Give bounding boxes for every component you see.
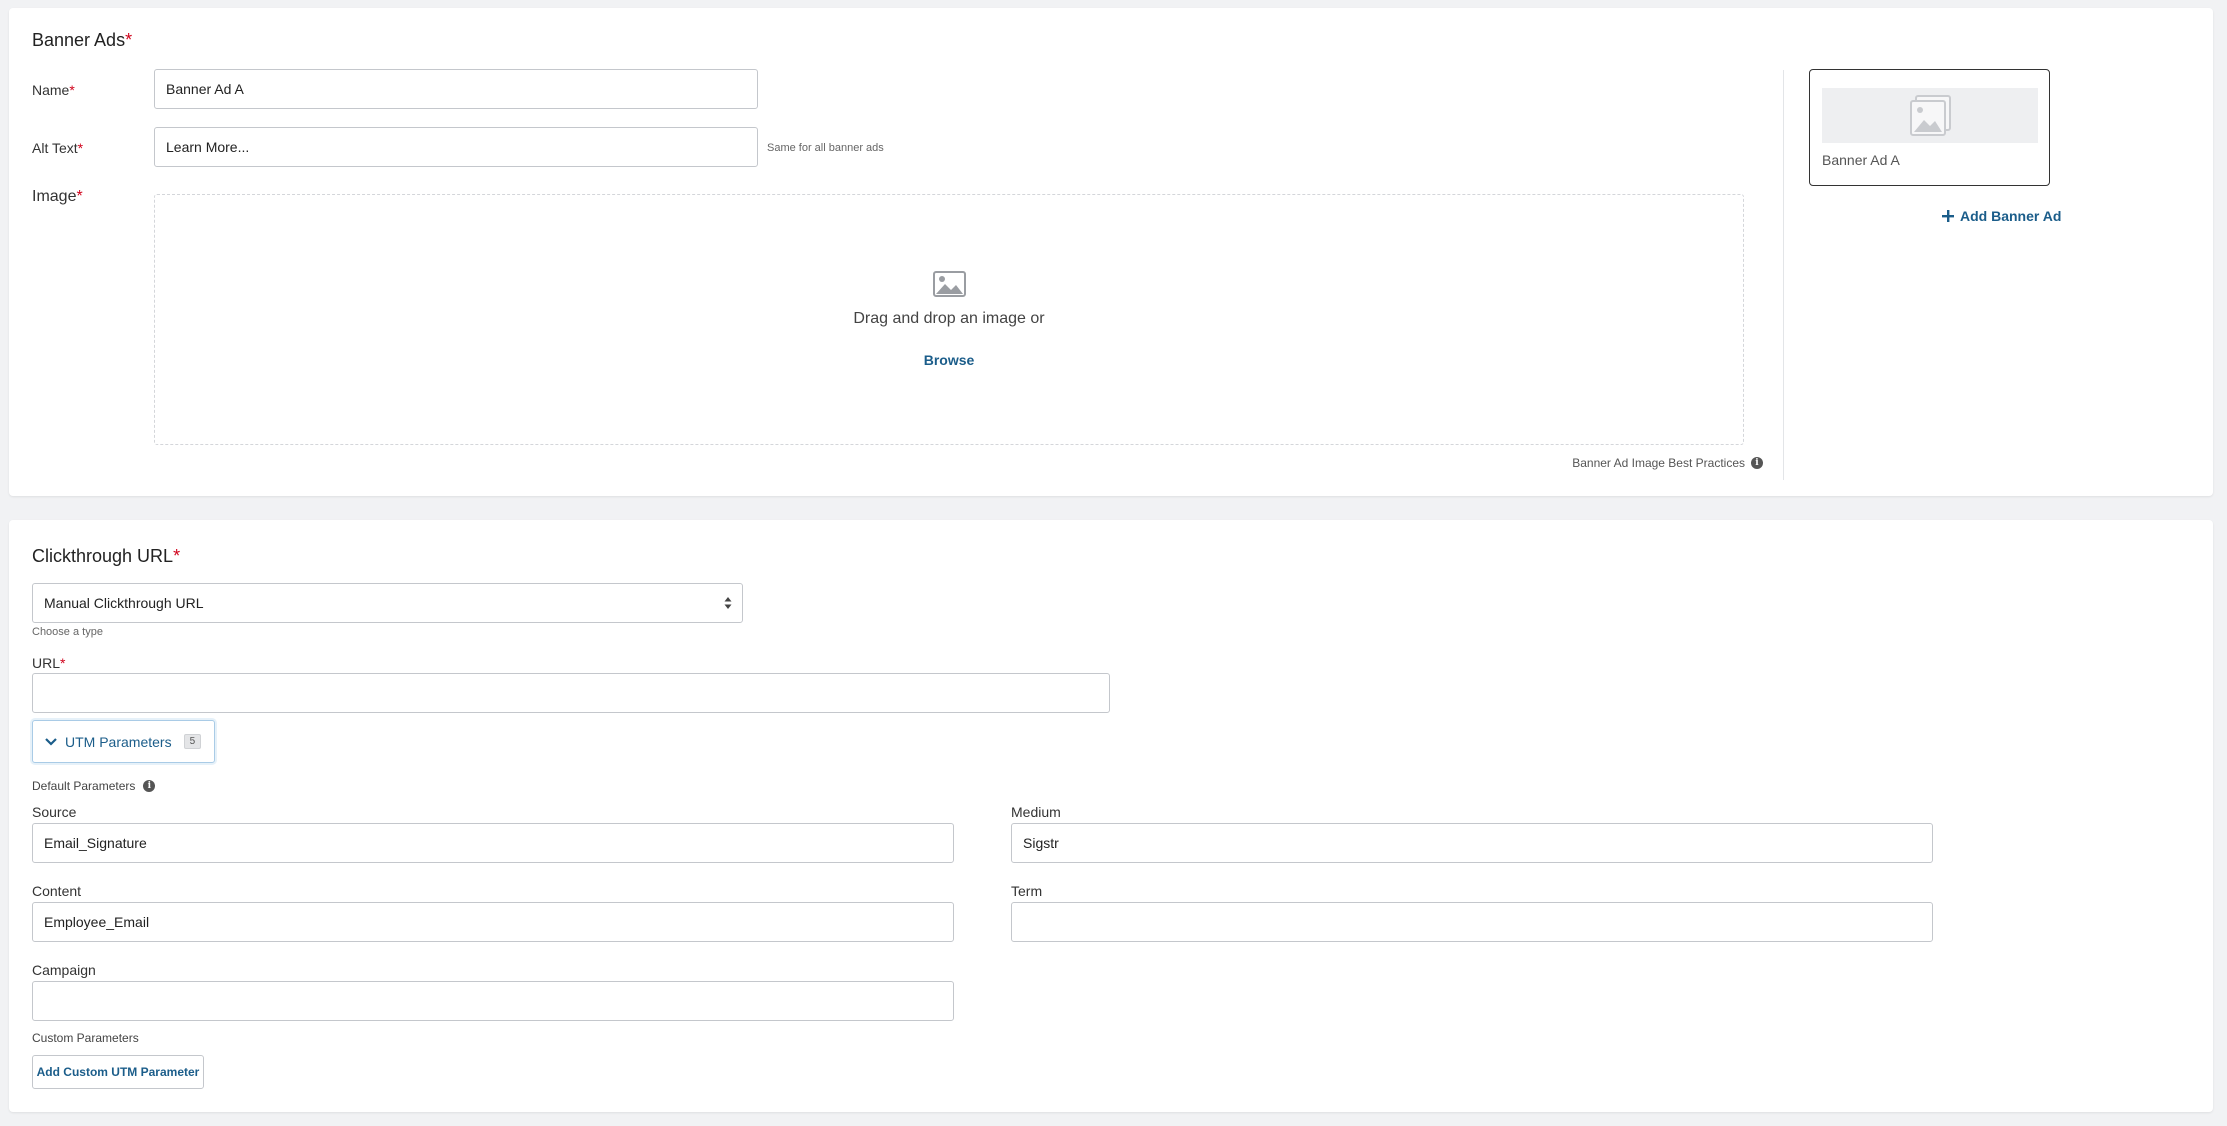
image-label-text: Image bbox=[32, 188, 77, 205]
best-practices-link[interactable]: Banner Ad Image Best Practices i bbox=[1572, 456, 1763, 470]
clickthrough-title-text: Clickthrough URL bbox=[32, 546, 174, 566]
info-icon[interactable]: i bbox=[143, 780, 156, 792]
chevron-down-icon bbox=[45, 737, 57, 746]
image-placeholder-icon bbox=[1910, 95, 1951, 136]
best-practices-text: Banner Ad Image Best Practices bbox=[1572, 456, 1745, 470]
required-mark: * bbox=[60, 655, 66, 671]
source-label: Source bbox=[32, 804, 77, 820]
url-label: URL* bbox=[32, 655, 65, 671]
name-label-text: Name bbox=[32, 82, 70, 98]
required-mark: * bbox=[69, 82, 75, 98]
default-parameters-label: Default Parameters i bbox=[32, 779, 156, 793]
url-label-text: URL bbox=[32, 655, 61, 671]
required-mark: * bbox=[77, 140, 84, 156]
thumbnail-label: Banner Ad A bbox=[1822, 152, 1900, 168]
add-custom-utm-button[interactable]: Add Custom UTM Parameter bbox=[32, 1055, 204, 1089]
custom-parameters-label: Custom Parameters bbox=[32, 1031, 139, 1045]
banner-ads-title: Banner Ads* bbox=[32, 30, 132, 51]
thumbnail-image bbox=[1822, 88, 2038, 143]
clickthrough-type-select[interactable]: Manual Clickthrough URL bbox=[32, 583, 743, 623]
url-input[interactable] bbox=[32, 673, 1110, 713]
alt-text-label: Alt Text* bbox=[32, 140, 83, 156]
alt-text-label-text: Alt Text bbox=[32, 140, 78, 156]
alt-text-input[interactable] bbox=[154, 127, 758, 167]
content-input[interactable] bbox=[32, 902, 954, 942]
default-parameters-text: Default Parameters bbox=[32, 779, 136, 793]
clickthrough-type-value: Manual Clickthrough URL bbox=[44, 595, 204, 611]
term-label: Term bbox=[1011, 883, 1043, 899]
medium-label: Medium bbox=[1011, 804, 1061, 820]
type-hint: Choose a type bbox=[32, 626, 103, 638]
required-mark: * bbox=[173, 546, 181, 566]
term-input[interactable] bbox=[1011, 902, 1933, 942]
required-mark: * bbox=[125, 30, 133, 50]
info-icon: i bbox=[1751, 457, 1763, 469]
medium-input[interactable] bbox=[1011, 823, 1933, 863]
image-dropzone[interactable]: Drag and drop an image or Browse bbox=[154, 194, 1744, 445]
image-label: Image* bbox=[32, 188, 83, 206]
add-banner-ad-label: Add Banner Ad bbox=[1960, 208, 2062, 224]
banner-ads-title-text: Banner Ads bbox=[32, 30, 126, 50]
clickthrough-title: Clickthrough URL* bbox=[32, 546, 180, 567]
sort-arrows-icon bbox=[724, 597, 732, 609]
content-label: Content bbox=[32, 883, 82, 899]
alt-text-hint: Same for all banner ads bbox=[767, 142, 884, 154]
campaign-input[interactable] bbox=[32, 981, 954, 1021]
banner-ads-card: Banner Ads* Name* Alt Text* Same for all… bbox=[9, 8, 2213, 496]
required-mark: * bbox=[76, 188, 83, 205]
image-icon bbox=[933, 271, 966, 297]
utm-parameters-toggle[interactable]: UTM Parameters 5 bbox=[32, 720, 215, 763]
banner-ad-thumbnail[interactable]: Banner Ad A bbox=[1809, 69, 2050, 186]
plus-icon bbox=[1942, 210, 1954, 222]
clickthrough-card: Clickthrough URL* Manual Clickthrough UR… bbox=[9, 520, 2213, 1112]
vertical-divider bbox=[1783, 70, 1784, 480]
utm-count-badge: 5 bbox=[183, 734, 202, 749]
browse-link[interactable]: Browse bbox=[155, 352, 1743, 368]
source-input[interactable] bbox=[32, 823, 954, 863]
campaign-label: Campaign bbox=[32, 962, 96, 978]
name-input[interactable] bbox=[154, 69, 758, 109]
utm-parameters-label: UTM Parameters bbox=[65, 733, 172, 750]
name-label: Name* bbox=[32, 82, 75, 98]
add-banner-ad-button[interactable]: Add Banner Ad bbox=[1942, 208, 2061, 224]
dropzone-text: Drag and drop an image or bbox=[853, 310, 1045, 327]
